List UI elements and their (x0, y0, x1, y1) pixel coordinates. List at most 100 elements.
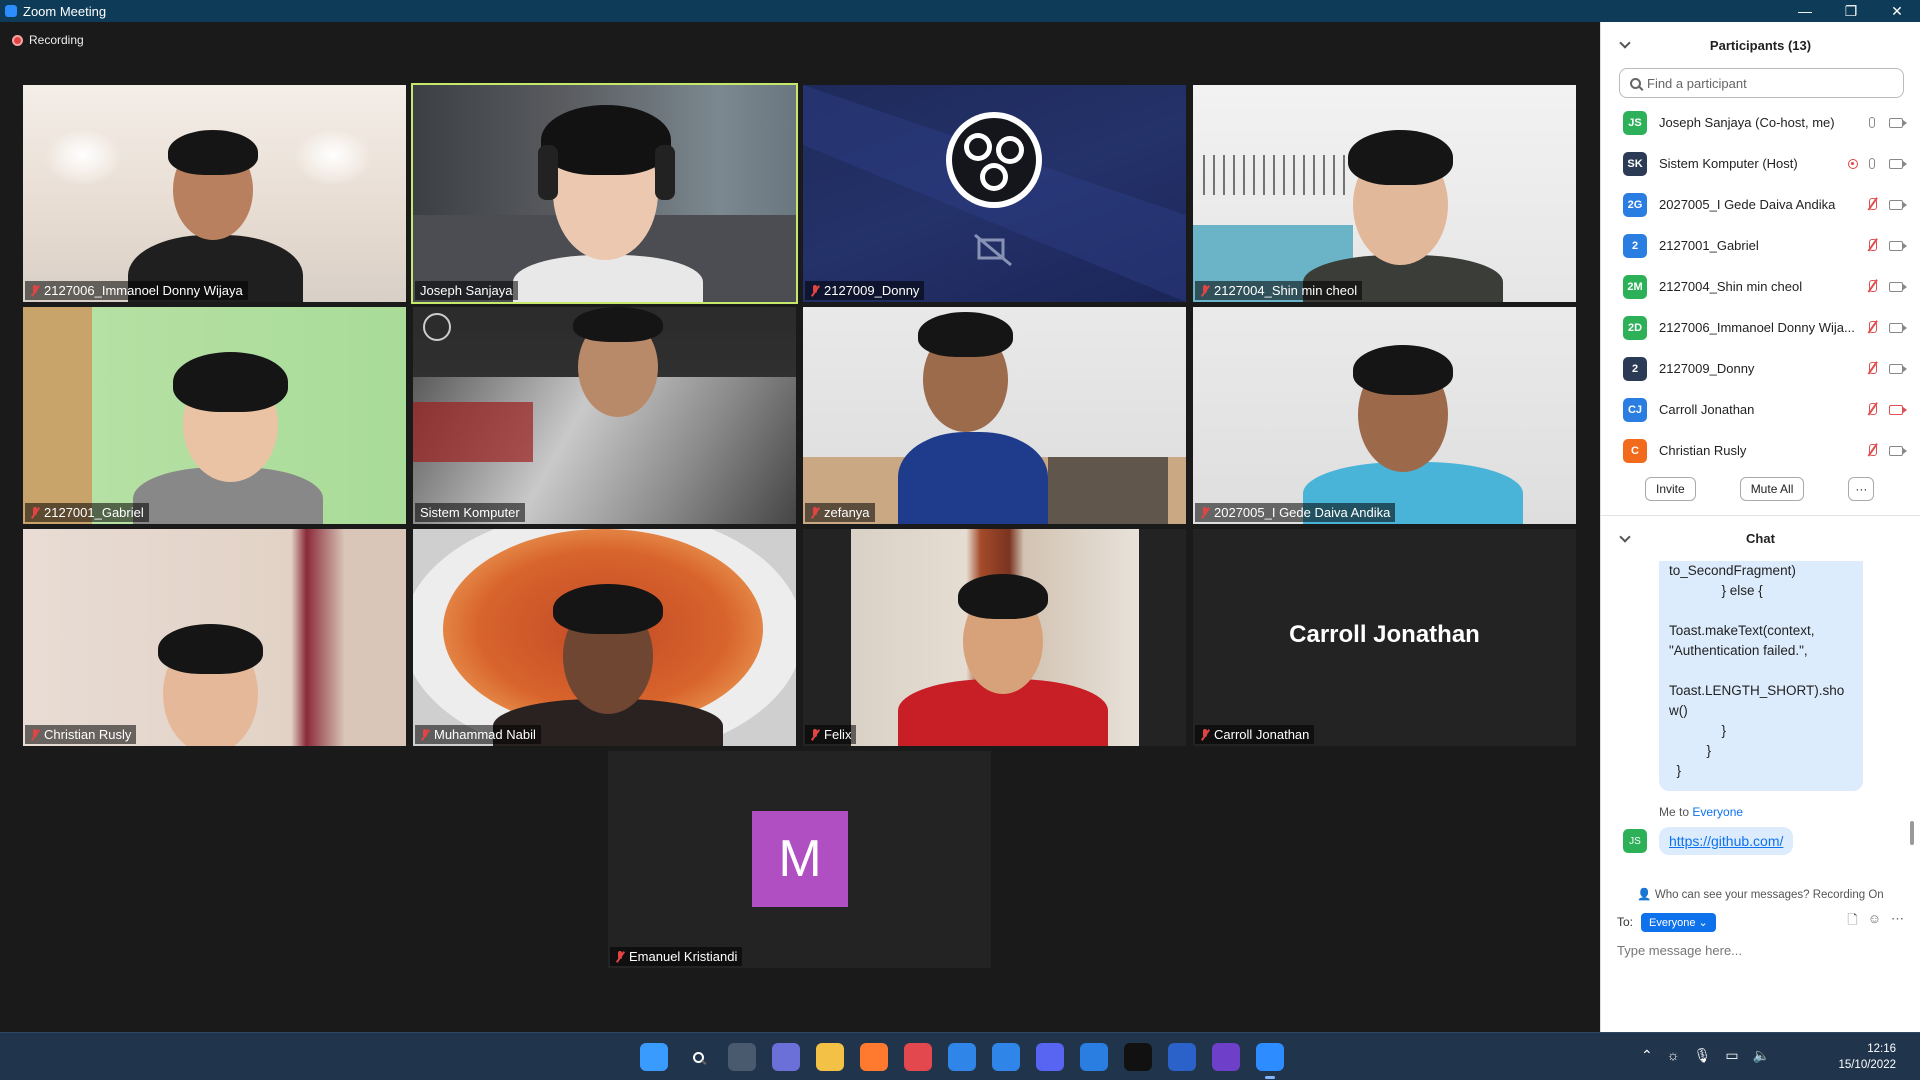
mic-icon[interactable] (1869, 158, 1875, 169)
minimize-button[interactable]: — (1782, 3, 1828, 20)
discord-icon[interactable] (1036, 1043, 1064, 1071)
muted-mic-icon (30, 728, 40, 741)
participant-row[interactable]: JS Joseph Sanjaya (Co-host, me) (1601, 102, 1920, 143)
video-tile[interactable]: Christian Rusly (23, 529, 406, 746)
video-tile[interactable]: 2127004_Shin min cheol (1193, 85, 1576, 302)
camera-icon[interactable] (1889, 322, 1907, 333)
camera-icon[interactable] (1889, 199, 1907, 210)
participant-row[interactable]: 2D 2127006_Immanoel Donny Wija... (1601, 307, 1920, 348)
chevron-up-icon[interactable]: ⌃ (1641, 1047, 1653, 1064)
game-icon[interactable] (904, 1043, 932, 1071)
tile-name-label: Sistem Komputer (415, 503, 525, 522)
video-tile-active-speaker[interactable]: Joseph Sanjaya (411, 83, 798, 304)
camera-icon[interactable] (1889, 240, 1907, 251)
firefox-icon[interactable] (860, 1043, 888, 1071)
camera-icon[interactable] (1889, 281, 1907, 292)
message-visibility-info[interactable]: 👤 Who can see your messages? Recording O… (1601, 881, 1920, 911)
recipient-dropdown[interactable]: Everyone ⌄ (1641, 912, 1716, 932)
file-explorer-icon[interactable] (816, 1043, 844, 1071)
muted-mic-icon (1200, 506, 1210, 519)
video-tile[interactable]: 2127006_Immanoel Donny Wijaya (23, 85, 406, 302)
tile-name-label: 2127009_Donny (805, 281, 925, 300)
tile-name-label: 2127001_Gabriel (25, 503, 149, 522)
muted-mic-icon[interactable] (1867, 198, 1877, 211)
camera-icon[interactable] (1889, 117, 1907, 128)
microphone-icon[interactable]: 🎙 (1694, 1047, 1712, 1064)
search-icon[interactable] (684, 1043, 712, 1071)
sender-avatar: JS (1623, 829, 1647, 853)
file-icon[interactable]: 🗋 (1847, 911, 1857, 933)
mic-icon[interactable] (1869, 117, 1875, 128)
participant-row[interactable]: 2 2127001_Gabriel (1601, 225, 1920, 266)
participant-list: JS Joseph Sanjaya (Co-host, me) SK Sistem K… (1601, 102, 1920, 471)
video-tile[interactable]: 2127001_Gabriel (23, 307, 406, 524)
avatar: 2 (1623, 356, 1647, 381)
collapse-chevron-icon[interactable] (1619, 531, 1631, 543)
windows-start-icon[interactable] (640, 1043, 668, 1071)
word-icon[interactable] (1168, 1043, 1196, 1071)
chat-link[interactable]: https://github.com/ (1659, 827, 1794, 855)
video-tile[interactable]: Sistem Komputer (413, 307, 796, 524)
muted-mic-icon (1200, 284, 1210, 297)
camera-icon[interactable] (1889, 445, 1907, 456)
window-title: Zoom Meeting (23, 3, 107, 19)
clock[interactable]: 12:16 15/10/2022 (1838, 1041, 1896, 1073)
store-icon[interactable] (1080, 1043, 1108, 1071)
restore-button[interactable]: ❐ (1828, 3, 1874, 20)
more-icon[interactable]: ⋯ (1891, 911, 1904, 933)
calendar-icon[interactable] (992, 1043, 1020, 1071)
collapse-chevron-icon[interactable] (1619, 37, 1631, 49)
brightness-icon[interactable]: ☼ (1667, 1047, 1680, 1064)
participant-row[interactable]: 2 2127009_Donny (1601, 348, 1920, 389)
github-desktop-icon[interactable] (1212, 1043, 1240, 1071)
chat-scrollbar[interactable] (1910, 821, 1914, 845)
muted-mic-icon[interactable] (1867, 239, 1877, 252)
avatar: CJ (1623, 397, 1647, 422)
muted-mic-icon[interactable] (1867, 280, 1877, 293)
camera-icon[interactable] (1889, 158, 1907, 169)
side-panel: Participants (13) Find a participant JS J… (1600, 22, 1920, 1032)
video-tile-camera-off[interactable]: Carroll Jonathan Carroll Jonathan (1193, 529, 1576, 746)
task-view-icon[interactable] (728, 1043, 756, 1071)
participant-search-input[interactable]: Find a participant (1619, 68, 1904, 98)
participant-row[interactable]: 2G 2027005_I Gede Daiva Andika (1601, 184, 1920, 225)
video-tile[interactable]: Felix (803, 529, 1186, 746)
participant-row[interactable]: CJ Carroll Jonathan (1601, 389, 1920, 430)
muted-mic-icon[interactable] (1867, 403, 1877, 416)
chat-recipient-link[interactable]: Everyone (1692, 805, 1743, 819)
chat-message-bubble: to_SecondFragment) } else { Toast.makeTe… (1659, 561, 1863, 791)
muted-mic-icon[interactable] (1867, 321, 1877, 334)
chat-message-input[interactable]: Type message here... (1601, 933, 1920, 968)
teams-chat-icon[interactable] (772, 1043, 800, 1071)
camera-icon[interactable] (1889, 363, 1907, 374)
participant-row[interactable]: C Christian Rusly (1601, 430, 1920, 471)
invite-button[interactable]: Invite (1645, 477, 1696, 501)
avatar: 2M (1623, 274, 1647, 299)
video-tile[interactable]: zefanya (803, 307, 1186, 524)
camera-off-icon[interactable] (1889, 404, 1907, 415)
video-tile[interactable]: 2127009_Donny (803, 85, 1186, 302)
chat-messages[interactable]: to_SecondFragment) } else { Toast.makeTe… (1601, 561, 1920, 881)
participant-row[interactable]: SK Sistem Komputer (Host) (1601, 143, 1920, 184)
video-tile-camera-off[interactable]: M Emanuel Kristiandi (608, 751, 991, 968)
close-button[interactable]: ✕ (1874, 3, 1920, 20)
muted-mic-icon[interactable] (1867, 362, 1877, 375)
network-icon[interactable]: ▭ (1725, 1047, 1738, 1064)
volume-icon[interactable]: 🔈 (1753, 1047, 1770, 1064)
webstorm-icon[interactable] (1124, 1043, 1152, 1071)
muted-mic-icon[interactable] (1867, 444, 1877, 457)
tile-name-label: Muhammad Nabil (415, 725, 541, 744)
video-tile[interactable]: Muhammad Nabil (413, 529, 796, 746)
zoom-icon[interactable] (1256, 1043, 1284, 1079)
more-options-button[interactable]: ··· (1848, 477, 1875, 501)
recording-dot-icon (12, 34, 23, 46)
mail-icon[interactable] (948, 1043, 976, 1071)
avatar: JS (1623, 110, 1647, 135)
participant-name: Christian Rusly (1659, 443, 1747, 458)
participant-row[interactable]: 2M 2127004_Shin min cheol (1601, 266, 1920, 307)
video-tile[interactable]: 2027005_I Gede Daiva Andika (1193, 307, 1576, 524)
mute-all-button[interactable]: Mute All (1739, 477, 1805, 501)
recording-indicator[interactable]: Recording (12, 33, 84, 47)
muted-mic-icon (810, 284, 820, 297)
emoji-icon[interactable]: ☺ (1868, 911, 1881, 933)
